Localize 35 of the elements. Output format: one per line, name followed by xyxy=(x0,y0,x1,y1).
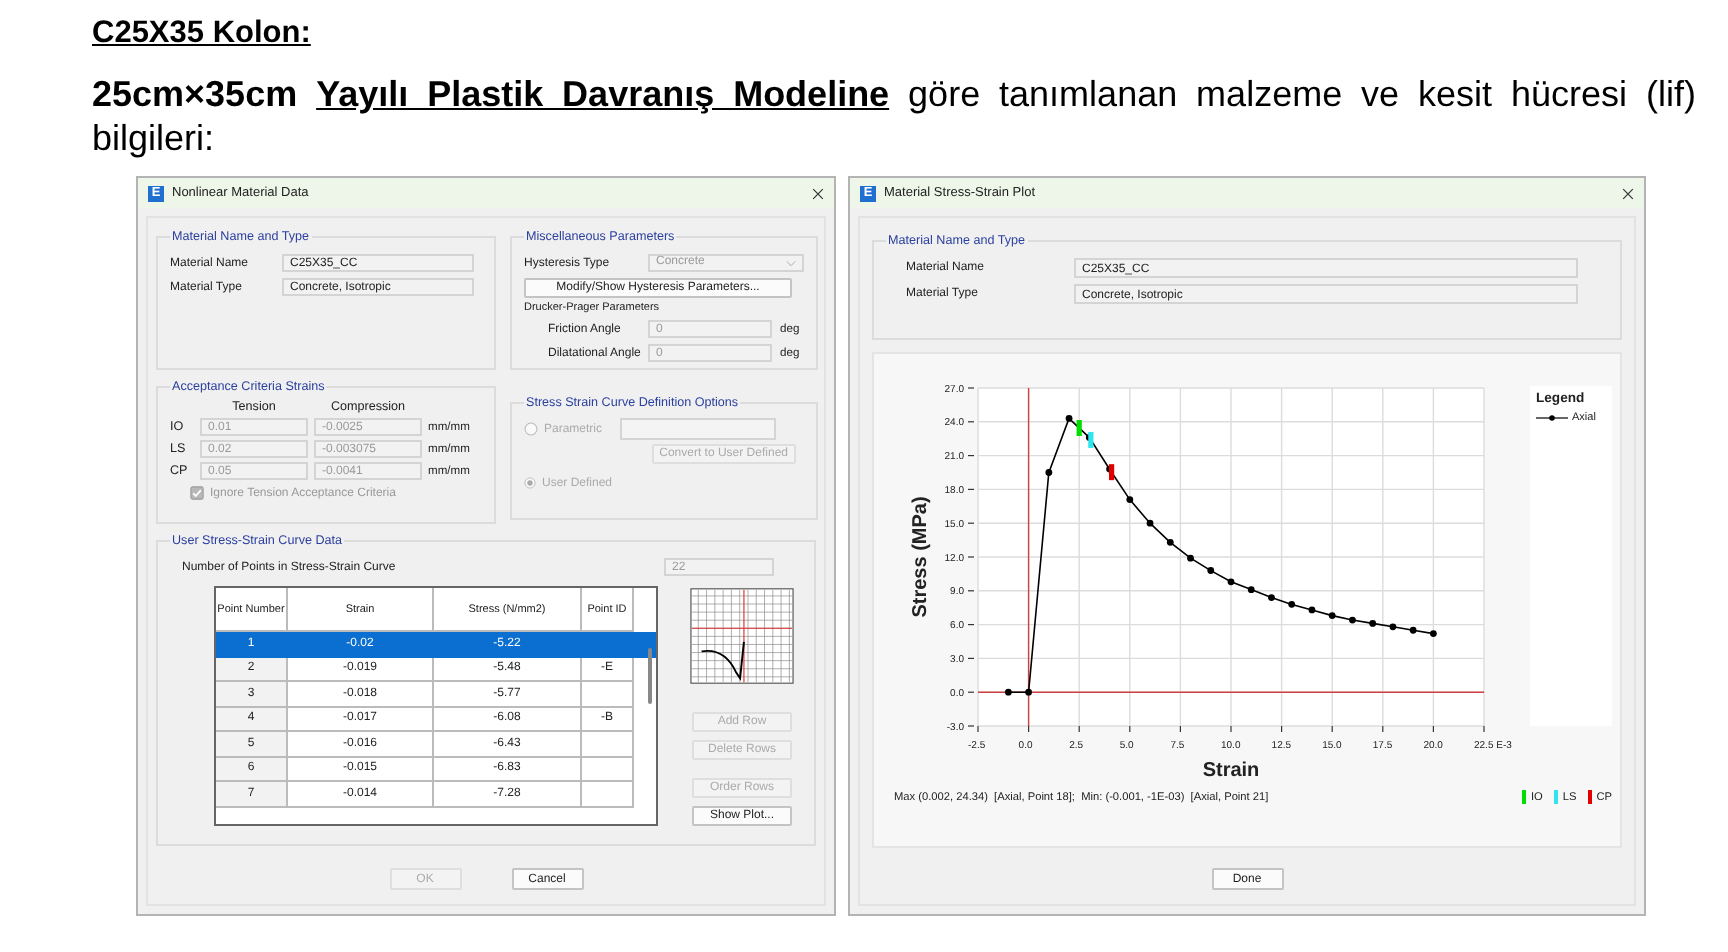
data-point xyxy=(1268,594,1275,601)
close-icon[interactable] xyxy=(1622,187,1634,199)
data-point xyxy=(1166,538,1174,546)
close-icon[interactable] xyxy=(812,187,824,199)
data-point xyxy=(1065,415,1073,422)
axis-title: Strain xyxy=(1202,760,1260,782)
line-marker-icon xyxy=(1536,414,1568,422)
data-point xyxy=(1004,688,1012,696)
data-point xyxy=(1045,469,1053,476)
data-point xyxy=(1227,578,1235,586)
radio-button[interactable] xyxy=(524,476,536,490)
data-point xyxy=(1146,519,1154,527)
performance-marker xyxy=(1088,431,1094,448)
data-point xyxy=(1308,606,1316,614)
data-point xyxy=(1369,620,1377,627)
data-point xyxy=(1025,688,1032,696)
performance-marker xyxy=(1076,420,1082,436)
section-heading: C25X35 Kolon: xyxy=(92,16,311,52)
axis-title: Stress (MPa) xyxy=(910,496,932,618)
performance-marker xyxy=(1109,464,1115,481)
curve-preview-drawing xyxy=(690,586,794,686)
data-point xyxy=(1349,616,1356,624)
data-point xyxy=(1247,586,1255,594)
scrollbar[interactable] xyxy=(648,648,652,704)
radio-button[interactable] xyxy=(524,422,538,436)
data-point xyxy=(1126,496,1134,503)
data-point xyxy=(1288,600,1296,608)
data-point xyxy=(1409,626,1417,634)
data-point xyxy=(1187,554,1194,562)
input-field[interactable] xyxy=(620,418,776,440)
data-point xyxy=(1328,612,1336,619)
data-point xyxy=(1389,623,1397,631)
data-point xyxy=(1207,567,1215,574)
paragraph: 25cm×35cm Yayılı Plastik Davranış Modeline göre tanımlanan malzeme ve kesit hücresi (lif) bilgileri: xyxy=(92,72,1696,160)
data-point xyxy=(1430,630,1437,637)
